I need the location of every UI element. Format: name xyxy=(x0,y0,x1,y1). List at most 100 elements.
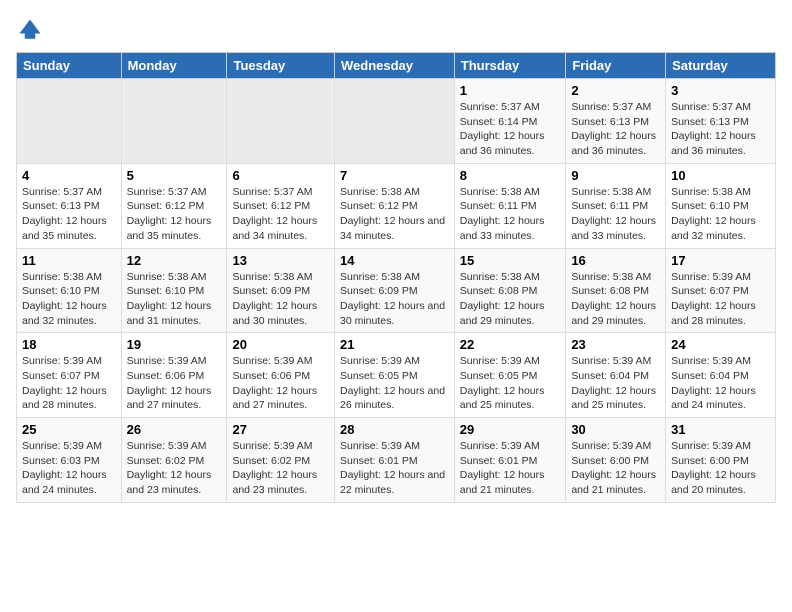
day-info: Sunrise: 5:38 AM Sunset: 6:08 PM Dayligh… xyxy=(571,270,660,329)
logo xyxy=(16,16,48,44)
day-info: Sunrise: 5:38 AM Sunset: 6:12 PM Dayligh… xyxy=(340,185,449,244)
days-of-week-row: SundayMondayTuesdayWednesdayThursdayFrid… xyxy=(17,53,776,79)
day-number: 6 xyxy=(232,168,329,183)
calendar-table: SundayMondayTuesdayWednesdayThursdayFrid… xyxy=(16,52,776,503)
day-info: Sunrise: 5:39 AM Sunset: 6:06 PM Dayligh… xyxy=(232,354,329,413)
calendar-cell: 21 Sunrise: 5:39 AM Sunset: 6:05 PM Dayli… xyxy=(334,333,454,418)
day-number: 26 xyxy=(127,422,222,437)
day-number: 12 xyxy=(127,253,222,268)
calendar-cell: 7 Sunrise: 5:38 AM Sunset: 6:12 PM Daylig… xyxy=(334,163,454,248)
calendar-cell: 6 Sunrise: 5:37 AM Sunset: 6:12 PM Daylig… xyxy=(227,163,335,248)
day-header-wednesday: Wednesday xyxy=(334,53,454,79)
calendar-cell: 10Sunrise: 5:38 AM Sunset: 6:10 PM Dayli… xyxy=(666,163,776,248)
day-number: 11 xyxy=(22,253,116,268)
day-info: Sunrise: 5:38 AM Sunset: 6:10 PM Dayligh… xyxy=(22,270,116,329)
calendar-cell: 26 Sunrise: 5:39 AM Sunset: 6:02 PM Dayli… xyxy=(121,418,227,503)
day-info: Sunrise: 5:38 AM Sunset: 6:08 PM Dayligh… xyxy=(460,270,561,329)
day-info: Sunrise: 5:38 AM Sunset: 6:11 PM Dayligh… xyxy=(571,185,660,244)
calendar-cell: 11 Sunrise: 5:38 AM Sunset: 6:10 PM Dayli… xyxy=(17,248,122,333)
day-header-sunday: Sunday xyxy=(17,53,122,79)
day-info: Sunrise: 5:38 AM Sunset: 6:10 PM Dayligh… xyxy=(671,185,770,244)
day-header-tuesday: Tuesday xyxy=(227,53,335,79)
day-number: 25 xyxy=(22,422,116,437)
calendar-cell: 13 Sunrise: 5:38 AM Sunset: 6:09 PM Dayli… xyxy=(227,248,335,333)
day-number: 3 xyxy=(671,83,770,98)
week-row-2: 4 Sunrise: 5:37 AM Sunset: 6:13 PM Daylig… xyxy=(17,163,776,248)
day-info: Sunrise: 5:39 AM Sunset: 6:02 PM Dayligh… xyxy=(232,439,329,498)
day-info: Sunrise: 5:39 AM Sunset: 6:04 PM Dayligh… xyxy=(571,354,660,413)
day-number: 27 xyxy=(232,422,329,437)
calendar-cell: 30Sunrise: 5:39 AM Sunset: 6:00 PM Dayli… xyxy=(566,418,666,503)
day-number: 29 xyxy=(460,422,561,437)
day-header-thursday: Thursday xyxy=(454,53,566,79)
week-row-4: 18 Sunrise: 5:39 AM Sunset: 6:07 PM Dayli… xyxy=(17,333,776,418)
day-info: Sunrise: 5:39 AM Sunset: 6:05 PM Dayligh… xyxy=(340,354,449,413)
day-number: 21 xyxy=(340,337,449,352)
day-number: 9 xyxy=(571,168,660,183)
day-number: 17 xyxy=(671,253,770,268)
day-number: 28 xyxy=(340,422,449,437)
day-number: 23 xyxy=(571,337,660,352)
calendar-cell xyxy=(17,79,122,164)
week-row-3: 11 Sunrise: 5:38 AM Sunset: 6:10 PM Dayli… xyxy=(17,248,776,333)
day-info: Sunrise: 5:39 AM Sunset: 6:07 PM Dayligh… xyxy=(671,270,770,329)
day-info: Sunrise: 5:39 AM Sunset: 6:07 PM Dayligh… xyxy=(22,354,116,413)
calendar-cell xyxy=(334,79,454,164)
calendar-cell xyxy=(121,79,227,164)
day-number: 2 xyxy=(571,83,660,98)
day-info: Sunrise: 5:39 AM Sunset: 6:01 PM Dayligh… xyxy=(340,439,449,498)
calendar-cell: 18 Sunrise: 5:39 AM Sunset: 6:07 PM Dayli… xyxy=(17,333,122,418)
day-number: 18 xyxy=(22,337,116,352)
day-number: 8 xyxy=(460,168,561,183)
day-number: 4 xyxy=(22,168,116,183)
calendar-cell xyxy=(227,79,335,164)
calendar-cell: 14 Sunrise: 5:38 AM Sunset: 6:09 PM Dayli… xyxy=(334,248,454,333)
calendar-cell: 4 Sunrise: 5:37 AM Sunset: 6:13 PM Daylig… xyxy=(17,163,122,248)
day-info: Sunrise: 5:38 AM Sunset: 6:09 PM Dayligh… xyxy=(232,270,329,329)
calendar-body: 1 Sunrise: 5:37 AM Sunset: 6:14 PM Daylig… xyxy=(17,79,776,503)
day-info: Sunrise: 5:39 AM Sunset: 6:03 PM Dayligh… xyxy=(22,439,116,498)
week-row-5: 25 Sunrise: 5:39 AM Sunset: 6:03 PM Dayli… xyxy=(17,418,776,503)
page-header xyxy=(16,16,776,44)
day-header-friday: Friday xyxy=(566,53,666,79)
calendar-cell: 25 Sunrise: 5:39 AM Sunset: 6:03 PM Dayli… xyxy=(17,418,122,503)
day-number: 24 xyxy=(671,337,770,352)
day-number: 5 xyxy=(127,168,222,183)
day-info: Sunrise: 5:39 AM Sunset: 6:04 PM Dayligh… xyxy=(671,354,770,413)
day-number: 7 xyxy=(340,168,449,183)
day-info: Sunrise: 5:39 AM Sunset: 6:05 PM Dayligh… xyxy=(460,354,561,413)
day-info: Sunrise: 5:38 AM Sunset: 6:11 PM Dayligh… xyxy=(460,185,561,244)
calendar-cell: 9 Sunrise: 5:38 AM Sunset: 6:11 PM Daylig… xyxy=(566,163,666,248)
day-number: 31 xyxy=(671,422,770,437)
day-info: Sunrise: 5:37 AM Sunset: 6:12 PM Dayligh… xyxy=(127,185,222,244)
day-info: Sunrise: 5:39 AM Sunset: 6:00 PM Dayligh… xyxy=(671,439,770,498)
day-info: Sunrise: 5:38 AM Sunset: 6:09 PM Dayligh… xyxy=(340,270,449,329)
calendar-cell: 15 Sunrise: 5:38 AM Sunset: 6:08 PM Dayli… xyxy=(454,248,566,333)
calendar-cell: 22Sunrise: 5:39 AM Sunset: 6:05 PM Dayli… xyxy=(454,333,566,418)
day-info: Sunrise: 5:37 AM Sunset: 6:13 PM Dayligh… xyxy=(571,100,660,159)
day-number: 15 xyxy=(460,253,561,268)
day-info: Sunrise: 5:38 AM Sunset: 6:10 PM Dayligh… xyxy=(127,270,222,329)
calendar-cell: 31 Sunrise: 5:39 AM Sunset: 6:00 PM Dayli… xyxy=(666,418,776,503)
day-number: 30 xyxy=(571,422,660,437)
day-header-monday: Monday xyxy=(121,53,227,79)
day-info: Sunrise: 5:39 AM Sunset: 6:06 PM Dayligh… xyxy=(127,354,222,413)
calendar-cell: 3Sunrise: 5:37 AM Sunset: 6:13 PM Daylig… xyxy=(666,79,776,164)
calendar-cell: 16Sunrise: 5:38 AM Sunset: 6:08 PM Dayli… xyxy=(566,248,666,333)
day-info: Sunrise: 5:37 AM Sunset: 6:13 PM Dayligh… xyxy=(22,185,116,244)
week-row-1: 1 Sunrise: 5:37 AM Sunset: 6:14 PM Daylig… xyxy=(17,79,776,164)
calendar-cell: 19 Sunrise: 5:39 AM Sunset: 6:06 PM Dayli… xyxy=(121,333,227,418)
day-number: 19 xyxy=(127,337,222,352)
day-number: 20 xyxy=(232,337,329,352)
day-number: 14 xyxy=(340,253,449,268)
calendar-cell: 20 Sunrise: 5:39 AM Sunset: 6:06 PM Dayli… xyxy=(227,333,335,418)
day-info: Sunrise: 5:39 AM Sunset: 6:02 PM Dayligh… xyxy=(127,439,222,498)
day-info: Sunrise: 5:37 AM Sunset: 6:12 PM Dayligh… xyxy=(232,185,329,244)
calendar-cell: 17 Sunrise: 5:39 AM Sunset: 6:07 PM Dayli… xyxy=(666,248,776,333)
logo-icon xyxy=(16,16,44,44)
day-number: 1 xyxy=(460,83,561,98)
calendar-cell: 24 Sunrise: 5:39 AM Sunset: 6:04 PM Dayli… xyxy=(666,333,776,418)
calendar-cell: 12 Sunrise: 5:38 AM Sunset: 6:10 PM Dayli… xyxy=(121,248,227,333)
day-number: 13 xyxy=(232,253,329,268)
day-info: Sunrise: 5:37 AM Sunset: 6:14 PM Dayligh… xyxy=(460,100,561,159)
